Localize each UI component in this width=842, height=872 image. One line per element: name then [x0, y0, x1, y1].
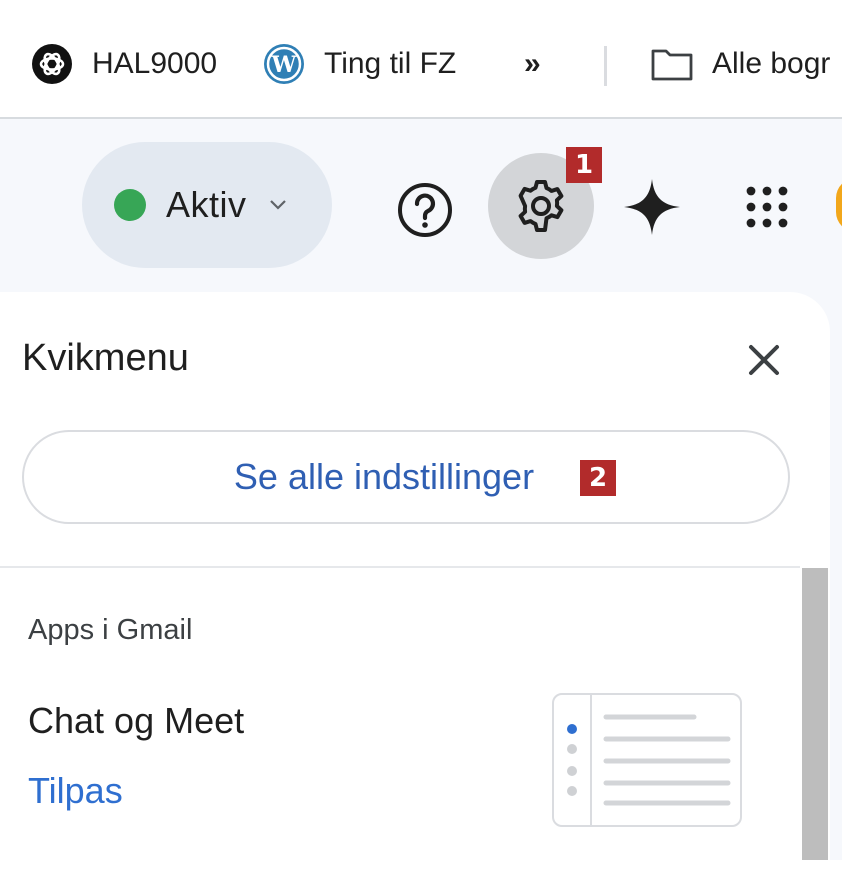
help-button[interactable]: [390, 175, 460, 245]
gemini-button[interactable]: [620, 175, 684, 239]
close-icon: [749, 345, 779, 375]
chat-meet-title: Chat og Meet: [28, 700, 245, 741]
see-all-settings-label: Se alle indstillinger: [233, 456, 535, 497]
help-icon: [398, 183, 452, 237]
bookmark-ting-til-fz[interactable]: W Ting til FZ: [262, 38, 456, 90]
chat-layout-thumbnail[interactable]: [552, 693, 742, 827]
bookmark-folder-label: Alle bogr: [712, 47, 831, 80]
openai-logo-icon: [30, 42, 74, 86]
section-title: Apps i Gmail: [28, 614, 193, 646]
panel-divider: [0, 566, 800, 568]
bookmarks-overflow-button[interactable]: »: [524, 38, 541, 90]
gear-icon: [518, 180, 564, 232]
chevron-double-right-icon: »: [524, 47, 541, 80]
bookmarks-bar: HAL9000 W Ting til FZ » Alle bogr: [0, 0, 842, 119]
bookmark-label: Ting til FZ: [324, 47, 457, 80]
status-dropdown[interactable]: Aktiv: [82, 142, 332, 268]
quick-settings-title: Kvikmenu: [22, 337, 189, 379]
layout-preview-icon: [567, 695, 731, 825]
status-label: Aktiv: [166, 184, 247, 225]
bookmark-label: HAL9000: [92, 47, 218, 80]
close-button[interactable]: [738, 334, 790, 386]
chevron-down-icon: [267, 194, 289, 216]
annotation-badge-2: 2: [580, 460, 616, 496]
google-apps-button[interactable]: [740, 180, 794, 234]
sparkle-icon: [624, 179, 680, 235]
folder-icon: [650, 42, 694, 86]
svg-text:W: W: [271, 52, 297, 78]
customize-link[interactable]: Tilpas: [28, 770, 123, 812]
see-all-settings-button[interactable]: Se alle indstillinger: [22, 430, 790, 524]
panel-scrollbar[interactable]: [802, 568, 828, 860]
apps-grid-icon: [746, 186, 788, 228]
annotation-badge-1: 1: [566, 147, 602, 183]
status-dot: [114, 189, 146, 221]
bookmarks-separator: [604, 46, 607, 86]
bookmark-folder-all[interactable]: Alle bogr: [650, 38, 830, 90]
wordpress-logo-icon: W: [262, 42, 306, 86]
bookmark-hal9000[interactable]: HAL9000: [30, 38, 217, 90]
